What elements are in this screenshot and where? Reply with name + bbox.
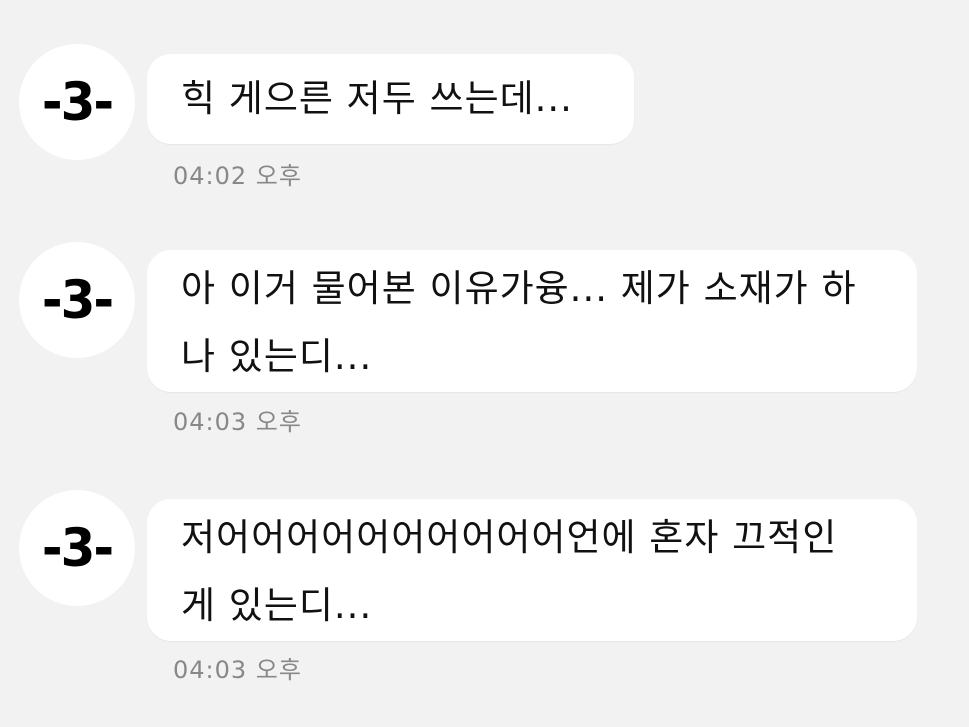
avatar-label: -3- — [41, 269, 114, 331]
avatar[interactable]: -3- — [19, 242, 135, 358]
avatar-label: -3- — [41, 71, 114, 133]
message-bubble[interactable]: 저어어어어어어어어어어언에 혼자 끄적인 게 있는디... — [147, 499, 917, 641]
message-text: 저어어어어어어어어어어언에 혼자 끄적인 게 있는디... — [181, 516, 838, 627]
message-timestamp: 04:03 오후 — [173, 408, 302, 436]
message-timestamp: 04:02 오후 — [173, 162, 302, 190]
message-text: 힉 게으른 저두 쓰는데... — [181, 77, 573, 120]
message-timestamp: 04:03 오후 — [173, 656, 302, 684]
message-text: 아 이거 물어본 이유가융... 제가 소재가 하나 있는디... — [181, 267, 857, 378]
avatar-label: -3- — [41, 517, 114, 579]
avatar[interactable]: -3- — [19, 490, 135, 606]
avatar[interactable]: -3- — [19, 44, 135, 160]
message-bubble[interactable]: 힉 게으른 저두 쓰는데... — [147, 54, 634, 144]
message-bubble[interactable]: 아 이거 물어본 이유가융... 제가 소재가 하나 있는디... — [147, 250, 917, 392]
